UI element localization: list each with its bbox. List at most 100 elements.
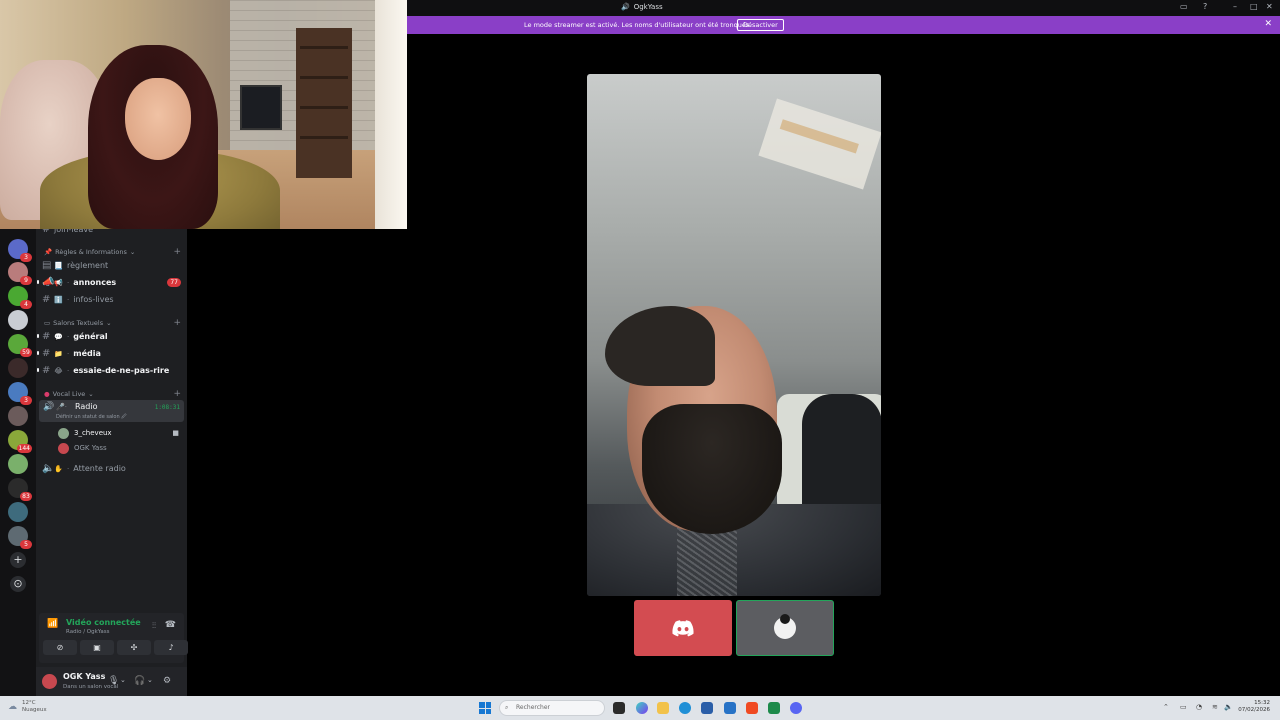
server-icon[interactable] <box>8 454 28 474</box>
disable-streamer-mode-button[interactable]: Désactiver <box>737 19 784 31</box>
start-button[interactable] <box>479 702 491 714</box>
server-badge: 4 <box>20 300 32 309</box>
server-icon[interactable]: 59 <box>8 334 32 357</box>
edge-icon[interactable] <box>679 702 691 714</box>
server-icon[interactable]: 3 <box>8 239 32 262</box>
channel-emoji: 💬 <box>54 332 63 341</box>
category-text[interactable]: ▭ Salons Textuels ⌄ + <box>44 318 181 328</box>
server-icon[interactable] <box>8 310 28 330</box>
microphone-icon[interactable]: 🎙 <box>108 676 119 686</box>
windows-taskbar: ☁ 12°C Nuageux ⌕ Rechercher ⌃ ▭ ◔ ≋ 🔈 15… <box>0 696 1280 720</box>
soundboard-button[interactable]: ♪ <box>154 640 188 655</box>
call-window: 🔊 OgkYass ▭ ? – □ ✕ Le mode streamer est… <box>407 0 1280 696</box>
live-dot-icon: ● <box>44 390 50 398</box>
keyboard-icon: ▭ <box>44 319 51 327</box>
spreadsheet-icon[interactable] <box>768 702 780 714</box>
taskbar-clock[interactable]: 15:32 07/02/2026 <box>1238 700 1270 714</box>
participant-tile-self[interactable] <box>634 600 732 656</box>
rules-icon: ▤ <box>42 260 52 271</box>
mention-badge: 77 <box>167 278 181 287</box>
server-icon[interactable] <box>8 406 28 426</box>
server-icon[interactable]: 9 <box>8 262 32 285</box>
channel-name: infos-lives <box>73 295 114 304</box>
voice-channel-radio[interactable]: 🔊 🎤· Radio 1:08:31 Définir un statut de … <box>39 400 184 422</box>
minimize-icon[interactable]: – <box>1233 2 1237 11</box>
weather-widget[interactable]: 12°C Nuageux <box>22 700 47 714</box>
server-icon[interactable]: 83 <box>8 478 32 501</box>
add-channel-icon[interactable]: + <box>173 389 181 399</box>
main-video-stream[interactable] <box>587 74 881 596</box>
add-channel-icon[interactable]: + <box>173 318 181 328</box>
mic-emoji: 🎤· <box>56 403 67 411</box>
category-rules[interactable]: 📌 Règles & Informations ⌄ + <box>44 247 181 257</box>
wifi-icon[interactable]: ≋ <box>1212 703 1218 711</box>
headphones-icon[interactable]: 🎧 <box>134 676 145 686</box>
explore-servers-icon[interactable]: ⊙ <box>10 576 26 592</box>
channel-name: Attente radio <box>73 464 126 473</box>
voice-channel-attente[interactable]: 🔈 ✋ · Attente radio <box>42 461 181 476</box>
server-icon[interactable]: 4 <box>8 286 32 309</box>
server-badge: 3 <box>20 396 32 405</box>
server-icon[interactable]: 5 <box>8 526 32 549</box>
camera-off-button[interactable]: ⊘ <box>43 640 77 655</box>
server-rail: 3 9 4 59 3 144 83 5 + ⊙ <box>0 229 36 696</box>
server-icon[interactable] <box>8 358 28 378</box>
channel-sidebar: # join-leave 📌 Règles & Informations ⌄ +… <box>36 224 188 696</box>
voice-user[interactable]: OGK Yass <box>58 441 179 455</box>
unread-indicator <box>37 368 39 372</box>
webcam-tv <box>240 85 282 130</box>
add-server-icon[interactable]: + <box>10 552 26 568</box>
speaker-icon: 🔊 <box>621 3 630 11</box>
participant-tile-other[interactable] <box>736 600 834 656</box>
inbox-icon[interactable]: ▭ <box>1180 2 1188 11</box>
weather-icon: ☁ <box>8 702 17 712</box>
banner-text: Le mode streamer est activé. Les noms d'… <box>524 21 752 29</box>
channel-media[interactable]: # 📁 · média <box>37 346 181 361</box>
channel-annonces[interactable]: 📣 📢 · annonces 77 <box>37 275 181 290</box>
server-icon[interactable]: 3 <box>8 382 32 405</box>
connection-channel[interactable]: Radio / OgkYass <box>66 629 110 635</box>
mail-icon[interactable] <box>724 702 736 714</box>
disconnect-icon[interactable]: ☎ <box>165 620 176 630</box>
camera-icon: ■ <box>172 429 179 437</box>
chevron-down-icon[interactable]: ⌄ <box>120 676 126 684</box>
copilot-icon[interactable] <box>636 702 648 714</box>
taskbar-search[interactable]: ⌕ Rechercher <box>499 700 605 716</box>
tray-app-icon[interactable]: ▭ <box>1180 703 1187 711</box>
separator-dot: · <box>67 278 70 287</box>
help-icon[interactable]: ? <box>1203 2 1207 11</box>
chevron-up-icon[interactable]: ⌃ <box>1163 703 1169 711</box>
task-view-icon[interactable] <box>613 702 625 714</box>
screen-share-button[interactable]: ▣ <box>80 640 114 655</box>
channel-essaie-de-ne-pas-rire[interactable]: # 😂 · essaie-de-ne-pas-rire <box>37 363 181 378</box>
brave-icon[interactable] <box>746 702 758 714</box>
noise-suppression-icon[interactable]: ⫶⫶ <box>152 621 156 631</box>
user-name[interactable]: OGK Yass <box>63 672 105 681</box>
avatar[interactable] <box>42 674 57 689</box>
channel-reglement[interactable]: ▤ 📃 règlement <box>42 258 181 273</box>
close-banner-icon[interactable]: ✕ <box>1264 19 1272 29</box>
close-icon[interactable]: ✕ <box>1266 2 1273 11</box>
activities-button[interactable]: ✣ <box>117 640 151 655</box>
channel-general[interactable]: # 💬 · général <box>37 329 181 344</box>
avatar <box>774 614 796 639</box>
channel-status-hint[interactable]: Définir un statut de salon 🖉 <box>56 414 127 422</box>
speaker-icon: 🔈 <box>42 463 55 474</box>
gear-icon[interactable]: ⚙ <box>163 676 171 686</box>
file-explorer-icon[interactable] <box>657 702 669 714</box>
store-icon[interactable] <box>701 702 713 714</box>
server-icon[interactable]: 144 <box>8 430 32 453</box>
channel-emoji: 📢 <box>54 278 63 287</box>
category-vocal[interactable]: ● Vocal Live ⌄ + <box>44 389 181 399</box>
discord-icon[interactable] <box>790 702 802 714</box>
channel-infos-lives[interactable]: # ℹ️ · infos-lives <box>42 292 181 307</box>
user-panel: OGK Yass Dans un salon vocal 🎙 ⌄ 🎧 ⌄ ⚙ <box>36 667 187 696</box>
maximize-icon[interactable]: □ <box>1250 2 1258 11</box>
volume-icon[interactable]: 🔈 <box>1224 703 1233 711</box>
tray-app-icon[interactable]: ◔ <box>1196 703 1202 711</box>
chevron-down-icon[interactable]: ⌄ <box>147 676 153 684</box>
webcam-overlay <box>0 0 407 229</box>
server-icon[interactable] <box>8 502 28 522</box>
voice-user[interactable]: 3_cheveux ■ <box>58 426 179 440</box>
add-channel-icon[interactable]: + <box>173 247 181 257</box>
